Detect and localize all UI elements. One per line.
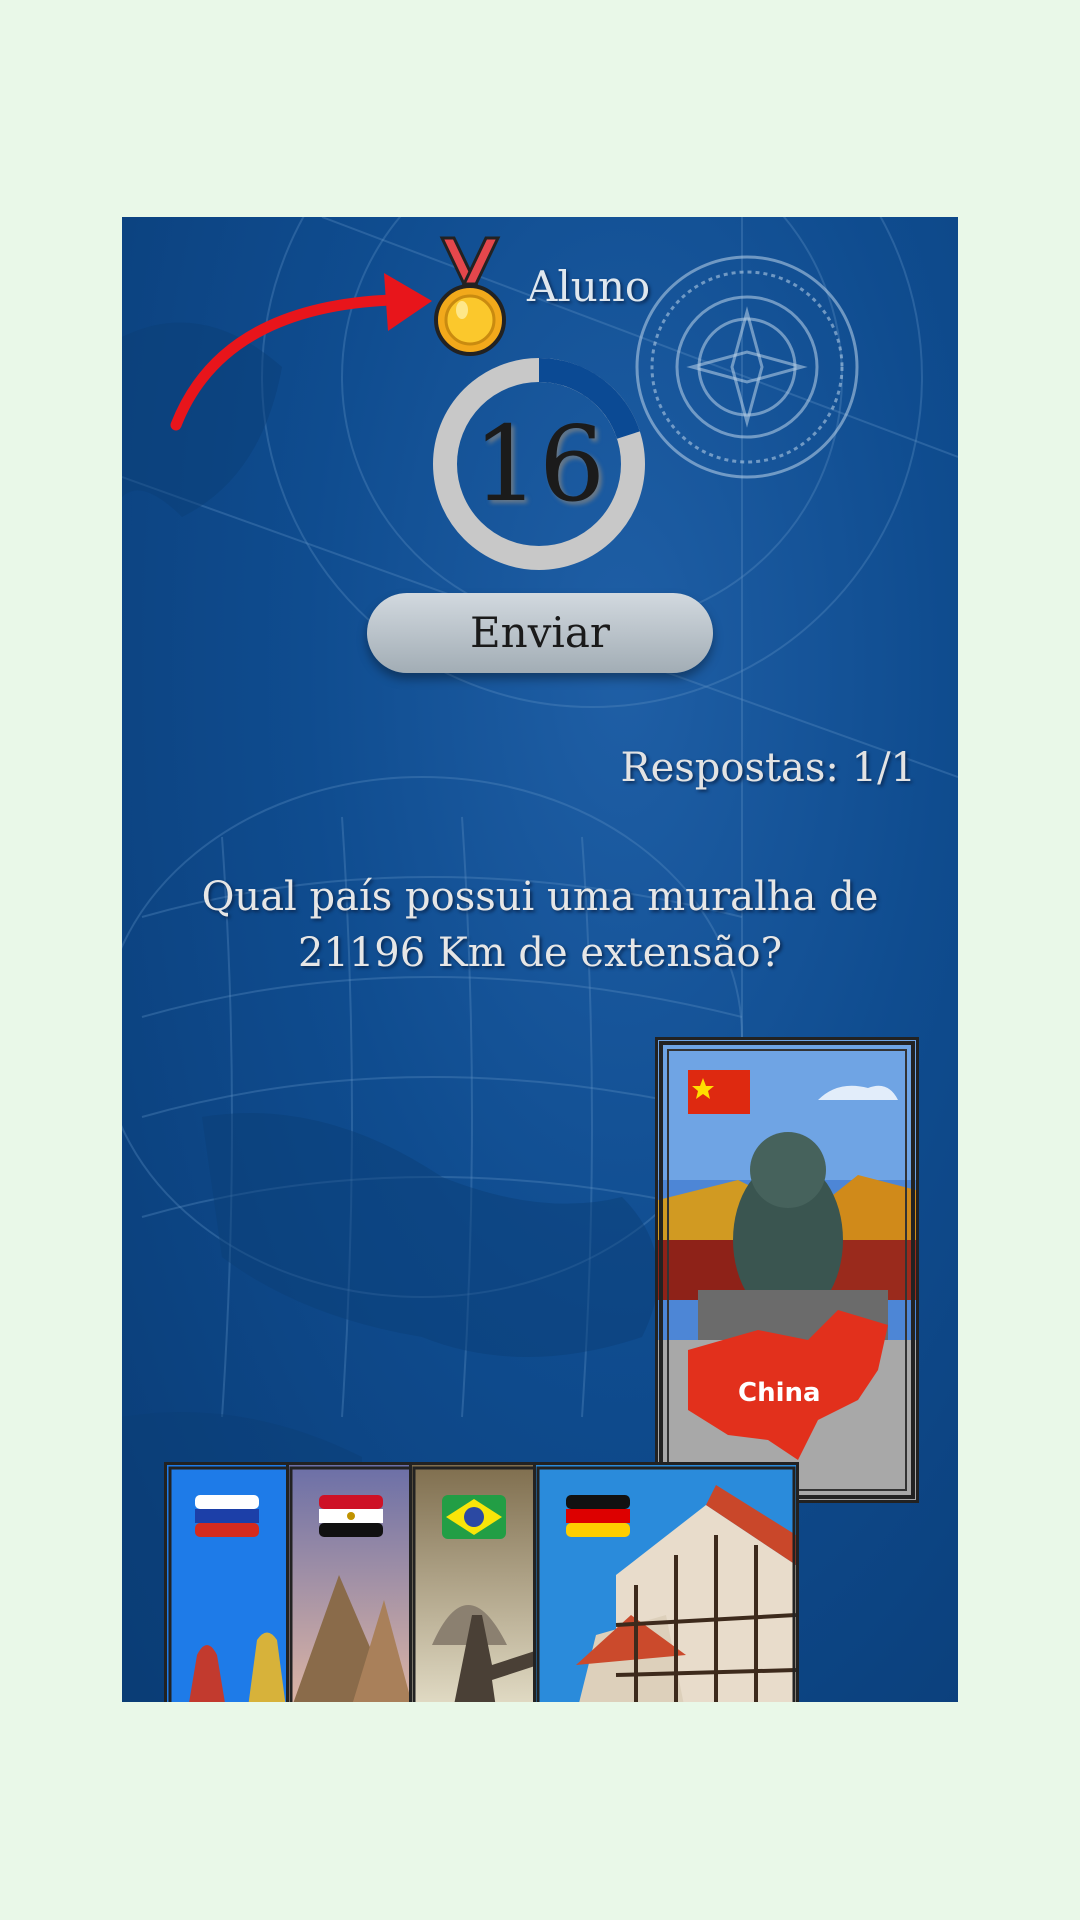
answers-counter: Respostas: 1/1 [620,745,916,791]
player-name: Aluno [527,262,651,311]
card-china[interactable]: China [655,1037,919,1503]
game-board: Aluno 16 Enviar Respostas: 1/1 Qual país… [122,217,958,1702]
medal-icon [434,236,506,356]
brazil-flag-icon [442,1495,506,1539]
timer-value: 16 [472,403,606,525]
card-russia[interactable] [164,1462,294,1702]
germany-flag-icon [566,1495,630,1537]
card-china-label: China [738,1378,821,1408]
send-button[interactable]: Enviar [367,593,713,673]
card-brazil[interactable] [409,1462,541,1702]
card-egypt[interactable] [286,1462,418,1702]
egypt-flag-icon [319,1495,383,1537]
question-text: Qual país possui uma muralha de 21196 Km… [201,874,879,976]
card-germany[interactable] [533,1462,799,1702]
russia-flag-icon [195,1495,259,1537]
